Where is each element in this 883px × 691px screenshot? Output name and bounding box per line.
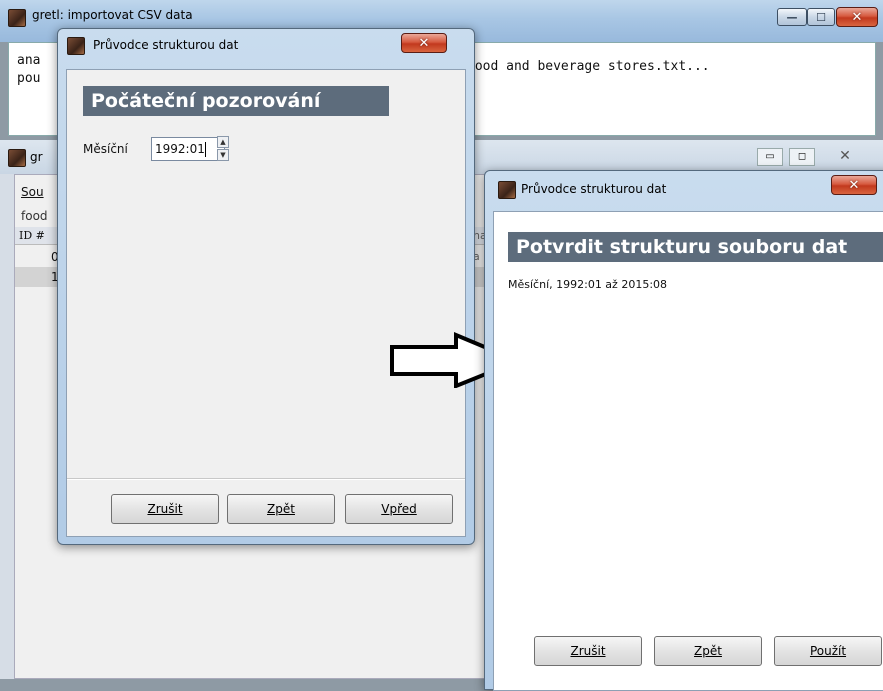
close-button[interactable]: ✕ [831,175,877,195]
dialog-client: Potvrdit strukturu souboru dat Měsíční, … [493,211,883,691]
page-title: Počáteční pozorování [83,86,389,116]
maximize-button[interactable]: ◻ [789,148,815,166]
file-label: food [21,209,48,223]
log-line: ana [17,53,41,68]
start-observation-value: 1992:01 [155,142,205,156]
csv-import-title: gretl: importovat CSV data [32,8,193,22]
structure-wizard-dialog-start: Průvodce strukturou dat ✕ Počáteční pozo… [57,28,475,545]
dialog-client: Počáteční pozorování Měsíční 1992:01 ▲ ▼… [66,69,466,537]
menu-file[interactable]: Sou [21,185,44,199]
cancel-button[interactable]: Zrušit [111,494,219,524]
spin-down-button[interactable]: ▼ [217,149,229,161]
log-line: pou [17,71,41,86]
close-button[interactable]: ✕ [836,7,878,27]
dialog-title: Průvodce strukturou dat [521,182,667,196]
spin-up-button[interactable]: ▲ [217,136,229,148]
cancel-button[interactable]: Zrušit [534,636,642,666]
apply-button[interactable]: Použít [774,636,882,666]
forward-button[interactable]: Vpřed [345,494,453,524]
minimize-button[interactable]: — [777,8,807,26]
text-cursor [205,142,206,157]
structure-summary: Měsíční, 1992:01 až 2015:08 [508,278,668,291]
gretl-app-icon [8,9,26,27]
gretl-main-title: gr [30,150,43,164]
back-button[interactable]: Zpět [227,494,335,524]
close-button[interactable]: ✕ [401,33,447,53]
dialog-title: Průvodce strukturou dat [93,38,239,52]
column-header-id: ID # [19,229,45,242]
page-title: Potvrdit strukturu souboru dat [508,232,883,262]
back-button[interactable]: Zpět [654,636,762,666]
button-separator [67,478,465,480]
gretl-app-icon [67,37,85,55]
frequency-label: Měsíční [83,142,128,156]
gretl-app-icon [8,149,26,167]
minimize-button[interactable]: ▭ [757,148,783,166]
maximize-button[interactable]: ☐ [807,8,835,26]
gretl-app-icon [498,181,516,199]
structure-wizard-dialog-confirm: Průvodce strukturou dat ✕ Potvrdit struk… [484,170,883,691]
close-button[interactable]: ✕ [825,146,865,166]
log-line-right: food and beverage stores.txt... [467,59,710,74]
start-observation-spinner[interactable]: 1992:01 [151,137,225,161]
